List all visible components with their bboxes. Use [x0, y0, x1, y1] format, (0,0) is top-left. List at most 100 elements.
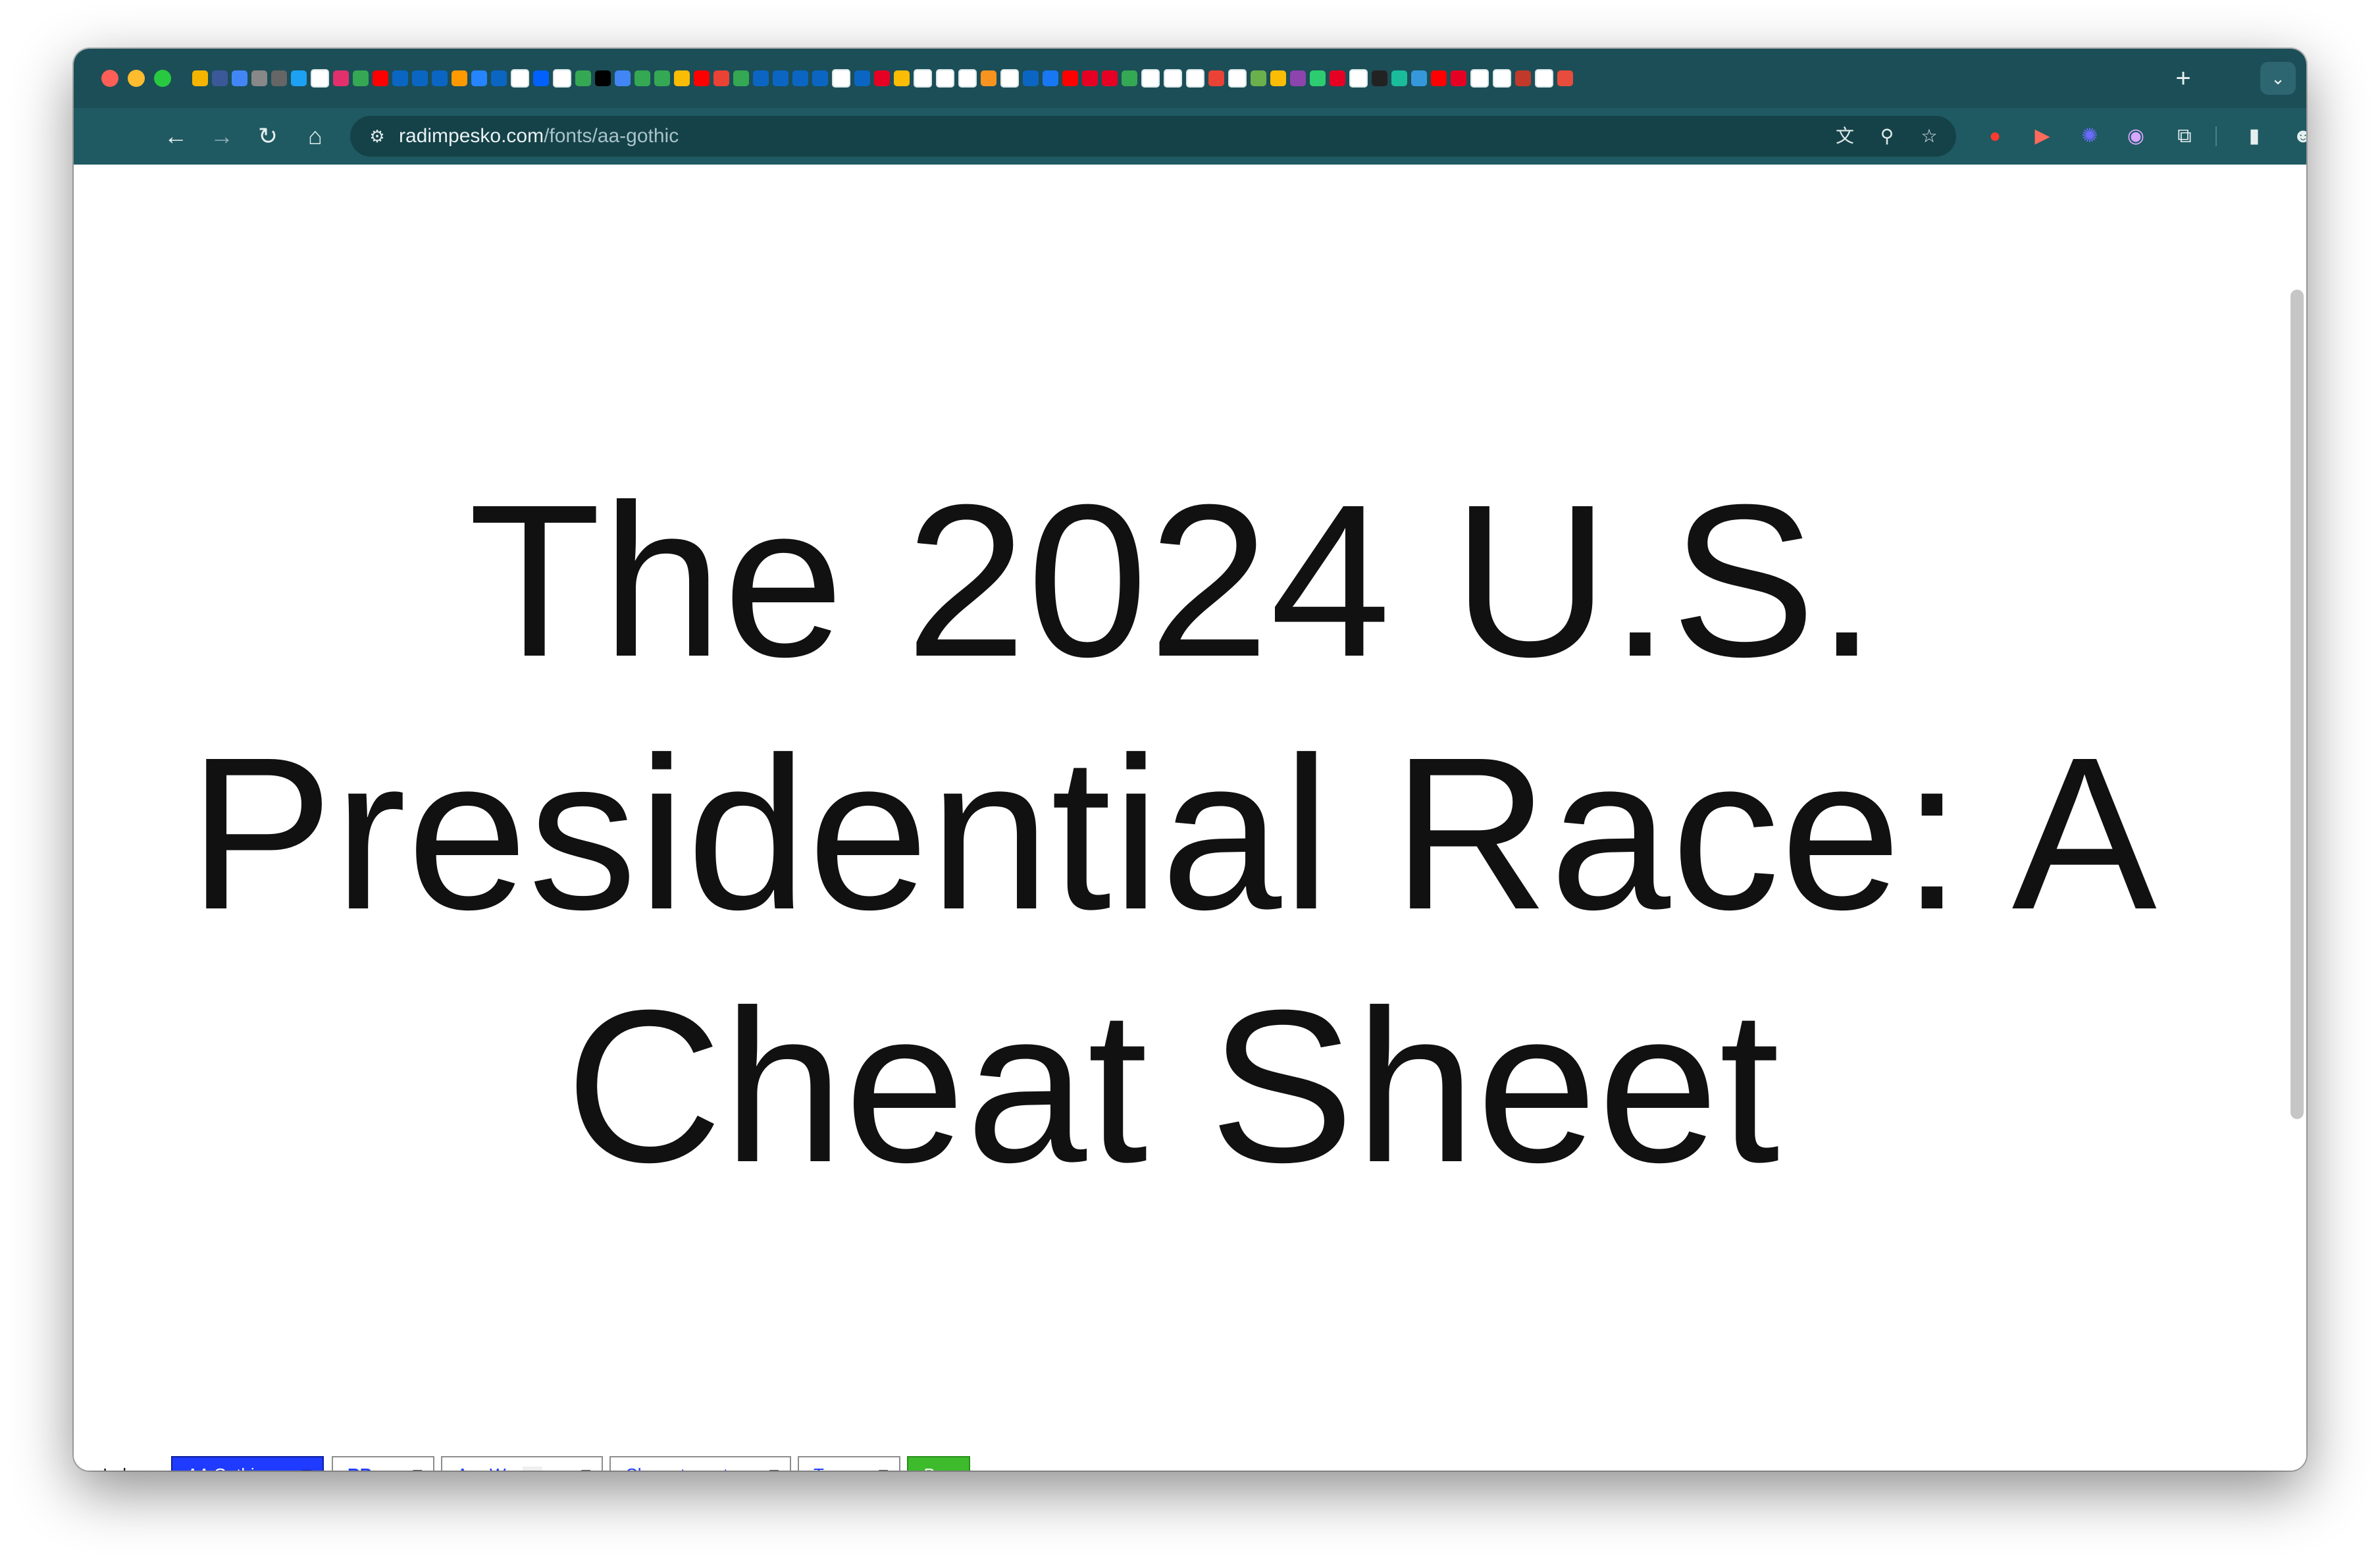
pinned-tab-favicon[interactable]: [1451, 70, 1466, 86]
try-select[interactable]: Try ▼: [798, 1456, 900, 1471]
close-window-button[interactable]: [101, 70, 118, 87]
pinned-tab-favicon[interactable]: [575, 70, 591, 86]
tab-search-button[interactable]: ⌄: [2260, 62, 2296, 95]
index-link[interactable]: Index: [103, 1461, 145, 1471]
pinned-tab-favicon[interactable]: [674, 70, 690, 86]
pinned-tab-favicon[interactable]: [981, 70, 996, 86]
url-text[interactable]: radimpesko.com/fonts/aa-gothic: [399, 116, 679, 157]
pinned-tab-favicon[interactable]: [832, 69, 850, 88]
headline-specimen[interactable]: The 2024 U.S. Presidential Race: A Cheat…: [166, 454, 2180, 1213]
pinned-tab-favicon[interactable]: [373, 70, 388, 86]
pinned-tab-favicon[interactable]: [874, 70, 890, 86]
pinned-tab-favicon[interactable]: [894, 70, 910, 86]
pinned-tab-favicon[interactable]: [432, 70, 448, 86]
pinned-tab-favicon[interactable]: [392, 70, 408, 86]
vertical-scrollbar[interactable]: [2290, 290, 2304, 1119]
pinned-tab-favicon[interactable]: [1391, 70, 1407, 86]
font-select[interactable]: AA Gothic ▼: [171, 1456, 324, 1471]
pinned-tab-favicon[interactable]: [1535, 69, 1553, 88]
reload-button[interactable]: ↻: [251, 120, 284, 153]
translate-icon[interactable]: 文: [1832, 124, 1857, 149]
pinned-tab-favicon[interactable]: [192, 70, 208, 86]
pinned-tab-favicon[interactable]: [713, 70, 729, 86]
pinned-tab-favicon[interactable]: [1557, 70, 1573, 86]
pinned-tab-favicon[interactable]: [812, 70, 828, 86]
pinned-tab-favicon[interactable]: [1431, 70, 1447, 86]
pinned-tab-favicon[interactable]: [694, 70, 710, 86]
pinned-tab-favicon[interactable]: [634, 70, 650, 86]
pinned-tab-favicon[interactable]: [533, 70, 549, 86]
pinned-tab-favicon[interactable]: [553, 69, 571, 88]
pinned-tab-favicon[interactable]: [1470, 69, 1489, 88]
pinned-tab-favicon[interactable]: [1208, 70, 1224, 86]
pinned-tab-favicon[interactable]: [491, 70, 507, 86]
pinned-tab-favicon[interactable]: [511, 69, 529, 88]
pinned-tab-favicon[interactable]: [1228, 69, 1247, 88]
pinned-tab-favicon[interactable]: [311, 69, 329, 88]
pinned-tab-favicon[interactable]: [232, 70, 247, 86]
pinned-tab-favicon[interactable]: [212, 70, 228, 86]
pinned-tab-favicon[interactable]: [1310, 70, 1326, 86]
extensions-puzzle-icon[interactable]: ⧉: [2169, 121, 2200, 151]
pinned-tab-favicon[interactable]: [452, 70, 467, 86]
pinned-tab-favicon[interactable]: [1515, 70, 1531, 86]
pinned-tab-favicon[interactable]: [1000, 69, 1019, 88]
pinned-tab-favicon[interactable]: [1023, 70, 1039, 86]
pinned-tab-favicon[interactable]: [333, 70, 349, 86]
pinned-tab-favicon[interactable]: [291, 70, 307, 86]
character-set-select[interactable]: Character set ▼: [609, 1456, 791, 1471]
style-select[interactable]: RB ▼: [332, 1456, 434, 1471]
new-tab-button[interactable]: +: [2167, 62, 2200, 95]
pinned-tab-favicon[interactable]: [773, 70, 789, 86]
pinned-tab-favicon[interactable]: [733, 70, 749, 86]
pinned-tab-favicon[interactable]: [1122, 70, 1137, 86]
pinned-tab-favicon[interactable]: [1349, 69, 1368, 88]
pinned-tab-favicon[interactable]: [1141, 69, 1160, 88]
pinned-tab-favicon[interactable]: [353, 70, 369, 86]
pinned-tab-favicon[interactable]: [1290, 70, 1306, 86]
pinned-tab-favicon[interactable]: [1330, 70, 1345, 86]
pinned-tab-favicon[interactable]: [1102, 70, 1118, 86]
zoom-icon[interactable]: ⚲: [1875, 124, 1900, 149]
bookmark-star-icon[interactable]: ☆: [1917, 124, 1942, 149]
side-panel-icon[interactable]: ▮: [2239, 121, 2269, 151]
forward-button[interactable]: →: [205, 120, 238, 153]
pinned-tab-favicon[interactable]: [412, 70, 428, 86]
minimize-window-button[interactable]: [128, 70, 145, 87]
text-size-weight-select[interactable]: Aa W ▼: [441, 1456, 603, 1471]
pinned-tab-favicon[interactable]: [271, 70, 287, 86]
pinned-tab-favicon[interactable]: [251, 70, 267, 86]
extension-video-icon[interactable]: ▶: [2027, 121, 2057, 151]
pinned-tab-favicon[interactable]: [1164, 69, 1182, 88]
address-bar[interactable]: ⚙ radimpesko.com/fonts/aa-gothic 文 ⚲ ☆: [350, 116, 1956, 157]
buy-button[interactable]: Buy: [907, 1456, 970, 1471]
pinned-tab-favicon[interactable]: [1043, 70, 1058, 86]
back-button[interactable]: ←: [159, 120, 192, 153]
fullscreen-window-button[interactable]: [154, 70, 171, 87]
pinned-tab-favicon[interactable]: [1411, 70, 1427, 86]
extension-star-icon[interactable]: ✺: [2075, 121, 2105, 151]
pinned-tab-favicon[interactable]: [1062, 70, 1078, 86]
pinned-tab-favicon[interactable]: [1372, 70, 1387, 86]
pinned-tab-favicon[interactable]: [914, 69, 932, 88]
pinned-tab-favicon[interactable]: [792, 70, 808, 86]
pinned-tab-favicon[interactable]: [654, 70, 670, 86]
pinned-tab-favicon[interactable]: [595, 70, 611, 86]
pinned-tab-favicon[interactable]: [1082, 70, 1098, 86]
home-button[interactable]: ⌂: [299, 120, 332, 153]
pinned-tab-favicon[interactable]: [1493, 69, 1511, 88]
pinned-tab-favicon[interactable]: [1270, 70, 1286, 86]
profile-avatar-icon[interactable]: ☻: [2288, 121, 2306, 151]
pinned-tab-favicon[interactable]: [615, 70, 631, 86]
more-menu-link[interactable]: ...: [2242, 1460, 2258, 1471]
extension-adblock-icon[interactable]: ●: [1980, 121, 2010, 151]
pinned-tab-favicon[interactable]: [471, 70, 487, 86]
pinned-tab-favicon[interactable]: [936, 69, 954, 88]
pinned-tab-favicon[interactable]: [753, 70, 769, 86]
extension-color-icon[interactable]: ◉: [2121, 121, 2151, 151]
pinned-tab-favicon[interactable]: [854, 70, 870, 86]
color-swatch[interactable]: [523, 1467, 542, 1471]
pinned-tab-favicon[interactable]: [1251, 70, 1266, 86]
site-info-icon[interactable]: ⚙: [365, 124, 390, 149]
pinned-tab-favicon[interactable]: [958, 69, 977, 88]
